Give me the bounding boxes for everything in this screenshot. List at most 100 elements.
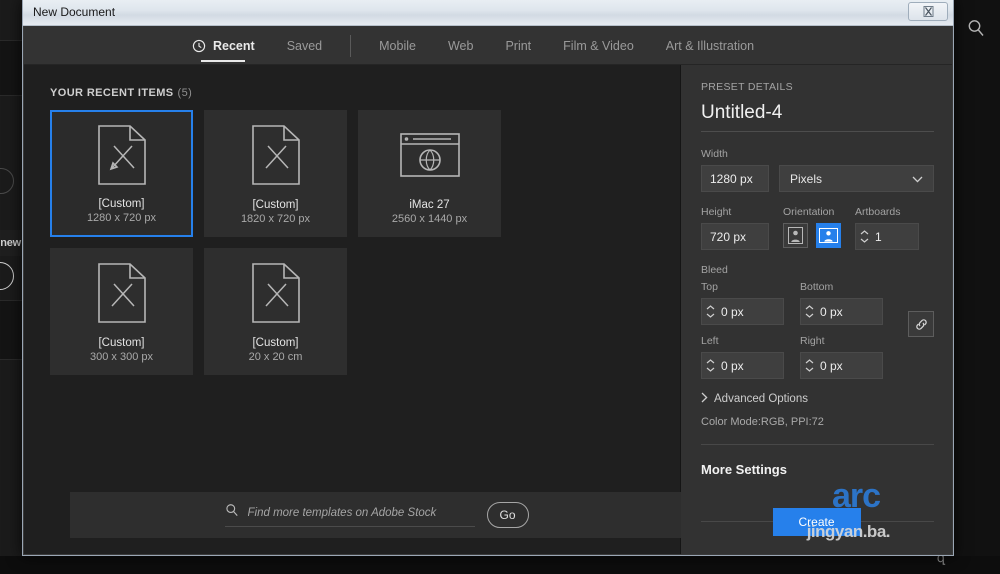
stepper-arrows[interactable] [860,230,869,243]
artboards-label: Artboards [855,206,901,218]
recent-items-count: (5) [177,87,193,99]
recent-item-card[interactable]: iMac 27 2560 x 1440 px [358,110,501,237]
bleed-left-group: Left 0 px [701,335,784,379]
tab-art-and-illustration[interactable]: Art & Illustration [650,26,770,65]
browser-globe-icon [359,111,500,199]
recent-item-card[interactable]: [Custom] 20 x 20 cm [204,248,347,375]
bleed-right-label: Right [800,335,825,347]
new-document-dialog: New Document Recent Saved Mobile Web Pri… [22,0,954,556]
dialog-titlebar[interactable]: New Document [23,0,953,26]
height-input[interactable]: 720 px [701,223,769,250]
recent-items-title: YOUR RECENT ITEMS [50,87,174,99]
document-artboard-icon [205,249,346,337]
tab-web[interactable]: Web [432,26,489,65]
more-settings-button[interactable]: More Settings [701,462,934,477]
tab-saved[interactable]: Saved [271,26,338,65]
bleed-top-group: Top 0 px [701,281,784,325]
orientation-group: Orientation [783,206,841,250]
chevron-down-icon [706,367,715,372]
width-input[interactable]: 1280 px [701,165,769,192]
search-icon[interactable] [966,18,986,38]
bleed-right-group: Right 0 px [800,335,883,379]
document-artboard-icon [205,111,346,199]
artboards-stepper[interactable]: 1 [855,223,919,250]
tab-bar: Recent Saved Mobile Web Print Film & Vid… [24,26,952,65]
bleed-label: Bleed [701,264,728,276]
orientation-label: Orientation [783,206,835,218]
document-artboard-icon [52,112,191,198]
window-title: New Document [33,5,116,19]
tab-label: Recent [213,38,255,53]
tab-recent[interactable]: Recent [176,26,271,65]
bleed-bottom-value: 0 px [820,304,843,319]
document-artboard-icon [51,249,192,337]
recent-item-card[interactable]: [Custom] 1820 x 720 px [204,110,347,237]
width-label: Width [701,148,728,160]
recent-item-size: 20 x 20 cm [248,351,303,363]
bleed-left-label: Left [701,335,719,347]
orientation-portrait-button[interactable] [783,223,808,248]
adobe-stock-search-bar: Go [70,492,683,538]
recent-item-size: 2560 x 1440 px [391,213,468,225]
tab-label: Film & Video [563,38,634,53]
height-label: Height [701,206,732,218]
bleed-right-value: 0 px [820,358,843,373]
recent-item-name: [Custom] [98,337,145,349]
tab-print[interactable]: Print [489,26,547,65]
recent-item-card[interactable]: [Custom] 1280 x 720 px [50,110,193,237]
tab-label: Print [505,38,532,53]
bleed-left-stepper[interactable]: 0 px [701,352,784,379]
chevron-down-icon [860,238,869,243]
stepper-arrows[interactable] [706,305,715,318]
orientation-landscape-button[interactable] [816,223,841,248]
recent-items-pane: YOUR RECENT ITEMS (5) [Custom] 1280 x 72… [24,65,683,554]
tab-label: Mobile [379,38,416,53]
background-new-label: new [0,230,22,256]
chevron-up-icon [706,359,715,364]
close-icon [923,6,933,17]
chevron-down-icon [805,367,814,372]
recent-item-size: 1280 x 720 px [86,212,157,224]
create-button[interactable]: Create [772,508,861,536]
stepper-arrows[interactable] [805,305,814,318]
stock-search-field[interactable] [224,503,475,527]
units-select[interactable]: Pixels [779,165,934,192]
close-button[interactable] [908,2,948,21]
bleed-bottom-label: Bottom [800,281,834,293]
recent-items-grid: [Custom] 1280 x 720 px [Custom] 1820 x 7… [50,110,650,375]
stepper-arrows[interactable] [805,359,814,372]
width-group: Width 1280 px Pixels [701,148,934,192]
tab-separator [350,35,352,57]
bleed-section: Bleed Top 0 px Bottom 0 px Left 0 px Rig… [701,264,934,379]
go-button[interactable]: Go [486,502,529,528]
tab-label: Art & Illustration [665,38,755,53]
recent-item-name: [Custom] [98,198,145,210]
recent-item-card[interactable]: [Custom] 300 x 300 px [50,248,193,375]
tab-label: Web [447,38,474,53]
bleed-bottom-stepper[interactable]: 0 px [800,298,883,325]
chevron-down-icon [706,313,715,318]
bleed-top-label: Top [701,281,718,293]
tab-film-and-video[interactable]: Film & Video [547,26,650,65]
document-name-input[interactable] [701,102,934,132]
recent-item-name: iMac 27 [409,199,450,211]
artboards-value: 1 [875,229,882,244]
height-group: Height 720 px [701,206,769,250]
panel-divider [701,444,934,445]
recent-item-size: 300 x 300 px [90,351,153,363]
advanced-options-toggle[interactable]: Advanced Options [701,390,934,408]
tab-mobile[interactable]: Mobile [363,26,432,65]
chevron-up-icon [706,305,715,310]
search-input[interactable] [247,506,475,519]
bleed-right-stepper[interactable]: 0 px [800,352,883,379]
bleed-top-stepper[interactable]: 0 px [701,298,784,325]
recent-item-name: [Custom] [252,199,299,211]
bleed-left-value: 0 px [721,358,744,373]
recent-items-heading: YOUR RECENT ITEMS (5) [50,87,192,99]
stepper-arrows[interactable] [706,359,715,372]
bleed-link-button[interactable] [908,311,934,337]
advanced-options-label: Advanced Options [714,393,808,405]
search-icon [225,503,239,522]
bleed-top-value: 0 px [721,304,744,319]
preset-details-caption: PRESET DETAILS [701,81,793,93]
